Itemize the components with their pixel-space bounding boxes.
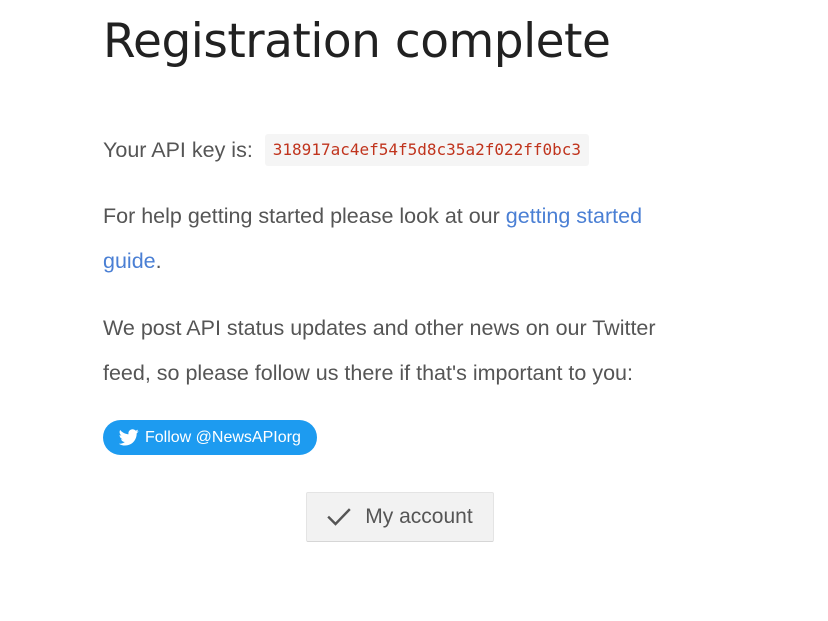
my-account-button[interactable]: My account (306, 492, 494, 542)
help-paragraph: For help getting started please look at … (103, 194, 703, 284)
api-key-label: Your API key is: (103, 138, 253, 162)
twitter-follow-button[interactable]: Follow @NewsAPIorg (103, 420, 317, 455)
help-text: For help getting started please look at … (103, 204, 506, 228)
my-account-label: My account (365, 505, 473, 528)
page-title: Registration complete (103, 14, 611, 69)
twitter-follow-label: Follow @NewsAPIorg (145, 428, 301, 446)
help-text-end: . (155, 249, 162, 273)
checkmark-icon (327, 507, 351, 527)
twitter-bird-icon (119, 429, 139, 446)
api-key-value[interactable]: 318917ac4ef54f5d8c35a2f022ff0bc3 (264, 134, 590, 166)
api-key-line: Your API key is: 318917ac4ef54f5d8c35a2f… (103, 128, 590, 173)
news-paragraph: We post API status updates and other new… (103, 316, 656, 385)
